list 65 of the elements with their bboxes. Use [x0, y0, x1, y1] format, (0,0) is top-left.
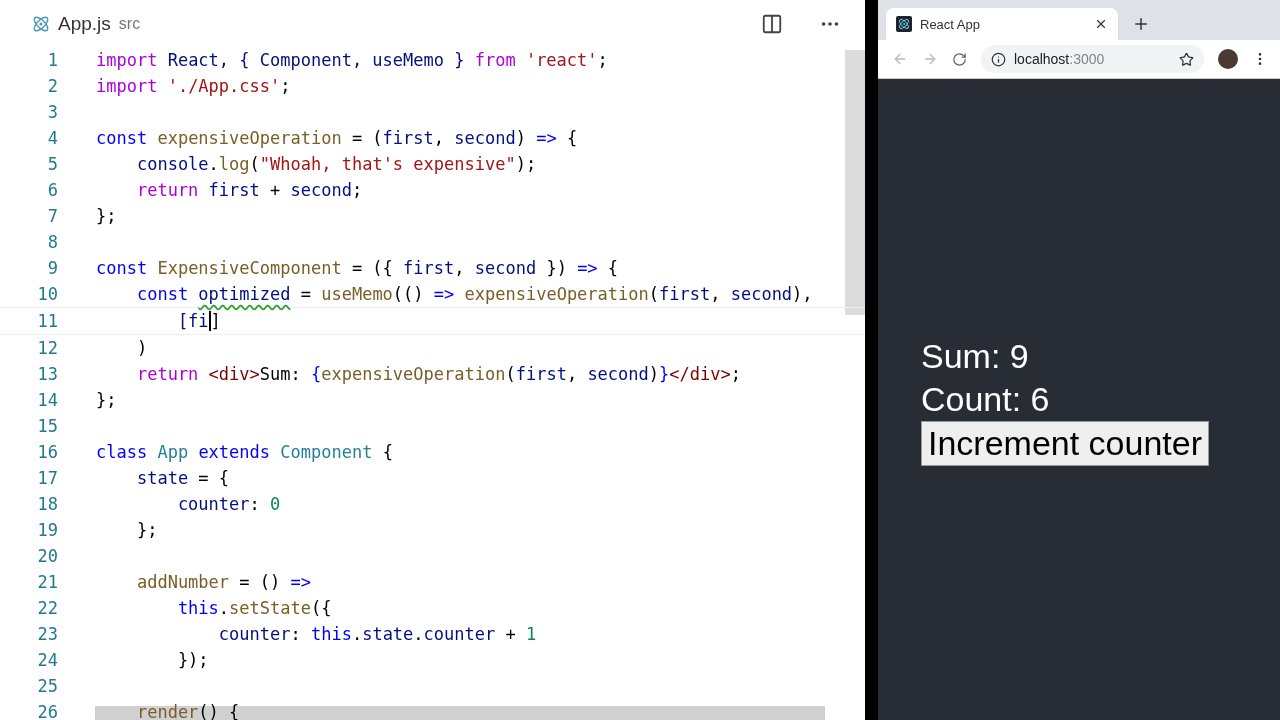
horizontal-scrollbar[interactable]: [95, 706, 825, 720]
code-line: const optimized = useMemo(() => expensiveOperation(first, second),: [135, 284, 813, 304]
increment-button[interactable]: Increment counter: [921, 421, 1210, 466]
line-number: 14: [36, 390, 58, 410]
code-line: return first + second;: [135, 180, 363, 200]
code-line: import React, { Component, useMemo } from 'react';: [96, 50, 608, 70]
code-line: return <div>Sum: {expensiveOperation(first, second)}</div>;: [135, 364, 741, 384]
code-line: import './App.css';: [96, 76, 291, 96]
line-number: 9: [46, 258, 58, 278]
code-line: state = {: [135, 468, 230, 488]
line-number: 23: [36, 624, 58, 644]
code-line: const expensiveOperation = (first, second) => {: [96, 128, 578, 148]
line-number: 21: [36, 572, 58, 592]
react-favicon-icon: [896, 16, 912, 32]
vertical-scrollbar[interactable]: [845, 50, 865, 315]
folder-label: src: [118, 14, 141, 33]
line-number: 18: [36, 494, 58, 514]
address-bar[interactable]: localhost:3000: [981, 45, 1204, 73]
code-line: };: [135, 520, 158, 540]
code-line: this.setState({: [176, 598, 332, 618]
line-number: 15: [36, 416, 58, 436]
code-line: };: [96, 206, 117, 226]
line-number: 16: [36, 442, 58, 462]
line-number: 6: [46, 180, 58, 200]
code-line: const ExpensiveComponent = ({ first, second }) => {: [96, 258, 619, 278]
code-line: ): [135, 338, 148, 358]
line-number: 2: [46, 76, 58, 96]
line-number: 8: [46, 232, 58, 252]
line-number: 3: [46, 102, 58, 122]
code-line: });: [176, 650, 209, 670]
line-number: 10: [36, 284, 58, 304]
code-line: counter: this.state.counter + 1: [217, 624, 537, 644]
line-number: 25: [36, 676, 58, 696]
split-editor-icon[interactable]: [761, 12, 783, 35]
browser-tab[interactable]: React App: [886, 8, 1118, 40]
react-atom-icon: [32, 14, 50, 33]
line-number: 22: [36, 598, 58, 618]
code-line: };: [96, 390, 117, 410]
line-number: 7: [46, 206, 58, 226]
line-number: 5: [46, 154, 58, 174]
code-line: class App extends Component {: [96, 442, 393, 462]
line-number: 24: [36, 650, 58, 670]
line-number: 11: [36, 311, 58, 331]
output-text: Sum: 9: [921, 336, 1029, 377]
file-tab-name[interactable]: App.js: [58, 12, 111, 35]
line-number: 13: [36, 364, 58, 384]
code-line: console.log("Whoah, that's expensive");: [135, 154, 537, 174]
output-text: Count: 6: [921, 379, 1050, 420]
code-line: counter: 0: [176, 494, 281, 514]
profile-avatar[interactable]: [1218, 49, 1238, 69]
line-number: 1: [46, 50, 58, 70]
line-number: 4: [46, 128, 58, 148]
line-number: 17: [36, 468, 58, 488]
info-icon[interactable]: [991, 51, 1006, 67]
close-icon[interactable]: [1094, 17, 1108, 31]
bookmark-star-icon[interactable]: [1179, 51, 1194, 67]
reload-icon[interactable]: [952, 51, 967, 67]
new-tab-icon[interactable]: [1132, 15, 1150, 33]
code-line: addNumber = () =>: [135, 572, 311, 592]
code-line: [fi]: [176, 311, 221, 331]
line-number: 19: [36, 520, 58, 540]
line-number: 20: [36, 546, 58, 566]
line-number: 26: [36, 702, 58, 720]
code-line: render() {: [135, 702, 240, 720]
line-number: 12: [36, 338, 58, 358]
